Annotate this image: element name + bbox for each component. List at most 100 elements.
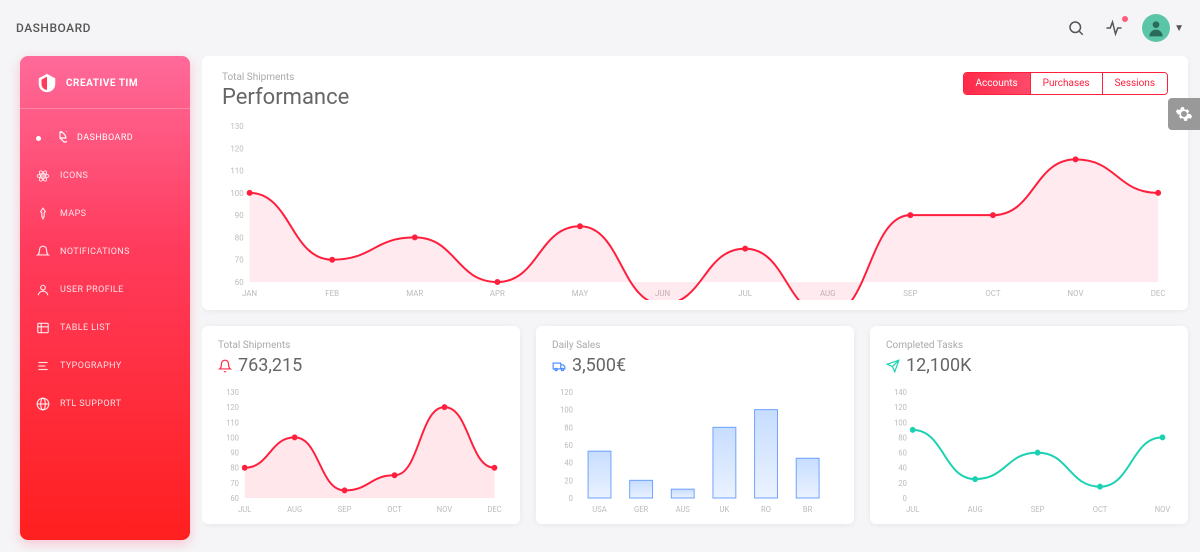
user-icon bbox=[36, 283, 50, 297]
svg-text:JUL: JUL bbox=[738, 289, 752, 298]
svg-text:AUG: AUG bbox=[968, 505, 983, 514]
brand-logo-icon bbox=[36, 72, 58, 94]
nav-label: TABLE LIST bbox=[60, 323, 111, 333]
svg-text:FEB: FEB bbox=[325, 289, 339, 298]
nav-label: MAPS bbox=[60, 209, 86, 219]
shipments-card: Total Shipments 763,215 6070809010011012… bbox=[202, 326, 520, 524]
tasks-card: Completed Tasks 12,100K 0 20 40 60 80 100 120 1… bbox=[870, 326, 1188, 524]
performance-title: Performance bbox=[222, 85, 349, 110]
delivery-icon bbox=[552, 359, 566, 373]
svg-text:OCT: OCT bbox=[985, 289, 1000, 298]
svg-text:AUG: AUG bbox=[287, 505, 302, 514]
svg-text:100: 100 bbox=[226, 433, 239, 442]
search-icon[interactable] bbox=[1066, 18, 1086, 38]
tab-sessions[interactable]: Sessions bbox=[1103, 73, 1167, 94]
svg-text:20: 20 bbox=[564, 476, 573, 485]
sidebar-item-maps[interactable]: MAPS bbox=[20, 197, 190, 231]
performance-subtitle: Total Shipments bbox=[222, 72, 349, 83]
tab-accounts[interactable]: Accounts bbox=[964, 73, 1031, 94]
svg-text:100: 100 bbox=[894, 418, 907, 427]
shipments-chart: 60708090100110120130JULAUGSEPOCTNOVDEC bbox=[218, 386, 504, 516]
svg-text:140: 140 bbox=[894, 388, 907, 397]
bell-icon bbox=[218, 359, 232, 373]
svg-text:60: 60 bbox=[898, 448, 907, 457]
user-menu[interactable]: ▼ bbox=[1142, 14, 1184, 42]
nav-list: DASHBOARD ICONS MAPS NOTIFICATIONS USER PROF… bbox=[20, 121, 190, 421]
tasks-subtitle: Completed Tasks bbox=[886, 340, 1172, 351]
page-title: DASHBOARD bbox=[16, 21, 91, 35]
tasks-value: 12,100K bbox=[906, 355, 971, 376]
brand[interactable]: CREATIVE TIM bbox=[20, 72, 190, 109]
svg-text:OCT: OCT bbox=[1093, 505, 1108, 514]
sidebar-item-notifications[interactable]: NOTIFICATIONS bbox=[20, 235, 190, 269]
nav-label: NOTIFICATIONS bbox=[60, 247, 130, 257]
svg-text:MAR: MAR bbox=[406, 289, 423, 298]
list-icon bbox=[36, 321, 50, 335]
nav-label: TYPOGRAPHY bbox=[60, 361, 122, 371]
brand-label: CREATIVE TIM bbox=[66, 78, 138, 89]
sidebar-item-dashboard[interactable]: DASHBOARD bbox=[20, 121, 190, 155]
sidebar: CREATIVE TIM DASHBOARD ICONS MAPS NOTIFICAT… bbox=[20, 56, 190, 540]
svg-text:AUS: AUS bbox=[676, 505, 691, 514]
svg-text:90: 90 bbox=[230, 448, 239, 457]
svg-text:MAY: MAY bbox=[572, 289, 589, 298]
svg-text:70: 70 bbox=[235, 256, 244, 265]
shipments-value: 763,215 bbox=[238, 355, 302, 376]
svg-text:JUL: JUL bbox=[906, 505, 919, 514]
svg-text:0: 0 bbox=[903, 494, 907, 503]
globe-icon bbox=[36, 397, 50, 411]
pin-icon bbox=[36, 207, 50, 221]
svg-text:130: 130 bbox=[226, 388, 239, 397]
settings-fab[interactable] bbox=[1168, 98, 1200, 130]
svg-text:NOV: NOV bbox=[1155, 505, 1170, 514]
nav-label: USER PROFILE bbox=[60, 285, 124, 295]
pie-icon bbox=[53, 131, 67, 145]
svg-text:100: 100 bbox=[230, 189, 244, 198]
svg-text:70: 70 bbox=[230, 479, 239, 488]
notification-dot bbox=[1122, 16, 1128, 22]
sales-chart: 020406080100120USAGERAUSUKROBR bbox=[552, 386, 838, 516]
svg-text:DEC: DEC bbox=[1151, 289, 1166, 298]
svg-text:BR: BR bbox=[803, 505, 813, 514]
svg-text:90: 90 bbox=[235, 211, 244, 220]
topbar: DASHBOARD ▼ bbox=[0, 0, 1200, 56]
svg-text:USA: USA bbox=[592, 505, 606, 514]
svg-text:80: 80 bbox=[230, 464, 239, 473]
performance-tabs: AccountsPurchasesSessions bbox=[963, 72, 1169, 95]
svg-text:110: 110 bbox=[230, 167, 244, 176]
svg-text:DEC: DEC bbox=[487, 505, 501, 514]
svg-text:20: 20 bbox=[898, 479, 907, 488]
svg-text:120: 120 bbox=[560, 388, 573, 397]
sidebar-item-table-list[interactable]: TABLE LIST bbox=[20, 311, 190, 345]
tab-purchases[interactable]: Purchases bbox=[1031, 73, 1103, 94]
svg-text:APR: APR bbox=[490, 289, 505, 298]
avatar bbox=[1142, 14, 1170, 42]
sidebar-item-icons[interactable]: ICONS bbox=[20, 159, 190, 193]
svg-text:SEP: SEP bbox=[338, 505, 352, 514]
activity-icon[interactable] bbox=[1104, 18, 1124, 38]
sales-card: Daily Sales 3,500€ 020406080100120USAGER… bbox=[536, 326, 854, 524]
svg-text:40: 40 bbox=[898, 464, 907, 473]
svg-text:60: 60 bbox=[235, 278, 244, 287]
svg-text:JUL: JUL bbox=[238, 505, 251, 514]
atom-icon bbox=[36, 169, 50, 183]
svg-text:NOV: NOV bbox=[1068, 289, 1084, 298]
svg-text:80: 80 bbox=[898, 433, 907, 442]
tasks-chart: 020406080100120140JULAUGSEPOCTNOV bbox=[886, 386, 1172, 516]
active-dot bbox=[36, 136, 41, 141]
svg-text:RO: RO bbox=[761, 505, 771, 514]
svg-text:100: 100 bbox=[560, 406, 573, 415]
svg-text:120: 120 bbox=[894, 403, 907, 412]
main-content: Total Shipments Performance AccountsPurc… bbox=[202, 56, 1200, 552]
svg-text:JAN: JAN bbox=[242, 289, 257, 298]
svg-text:60: 60 bbox=[230, 494, 239, 503]
sidebar-item-user-profile[interactable]: USER PROFILE bbox=[20, 273, 190, 307]
svg-text:80: 80 bbox=[235, 233, 244, 242]
align-icon bbox=[36, 359, 50, 373]
nav-label: RTL SUPPORT bbox=[60, 399, 121, 409]
nav-label: DASHBOARD bbox=[77, 133, 133, 143]
send-icon bbox=[886, 359, 900, 373]
performance-card: Total Shipments Performance AccountsPurc… bbox=[202, 56, 1188, 310]
sidebar-item-rtl-support[interactable]: RTL SUPPORT bbox=[20, 387, 190, 421]
sidebar-item-typography[interactable]: TYPOGRAPHY bbox=[20, 349, 190, 383]
